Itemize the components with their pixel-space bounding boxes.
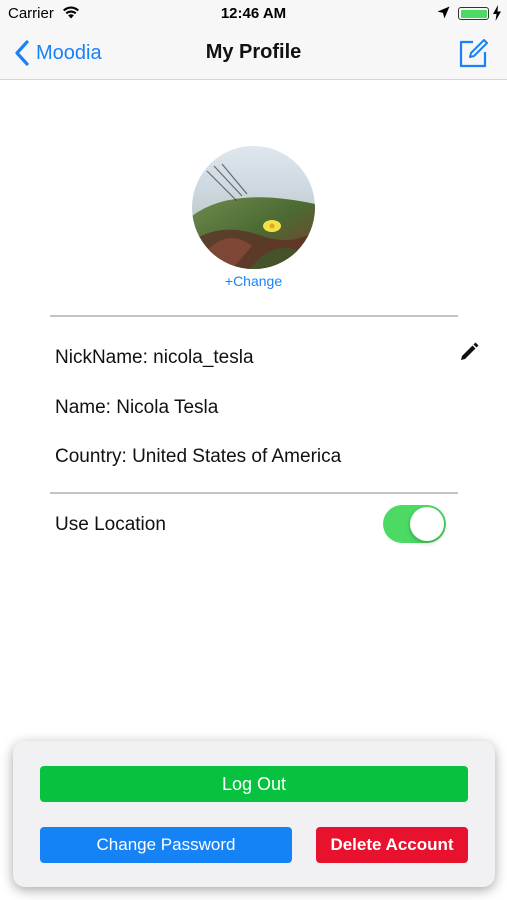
name-field: Name: Nicola Tesla	[55, 397, 219, 418]
logout-button[interactable]: Log Out	[40, 766, 468, 802]
compose-icon[interactable]	[457, 37, 489, 69]
toggle-knob	[410, 507, 444, 541]
charging-bolt-icon	[493, 5, 501, 21]
navigation-bar: Moodia My Profile	[0, 28, 507, 80]
battery-icon	[458, 7, 489, 20]
change-photo-link[interactable]: +Change	[0, 273, 507, 289]
delete-account-button[interactable]: Delete Account	[316, 827, 468, 863]
clock: 12:46 AM	[220, 5, 287, 22]
battery-level	[460, 9, 487, 18]
pencil-icon[interactable]	[460, 342, 479, 361]
change-password-button[interactable]: Change Password	[40, 827, 292, 863]
country-field: Country: United States of America	[55, 446, 342, 467]
status-bar: Carrier 12:46 AM	[0, 0, 507, 28]
divider	[50, 492, 458, 494]
use-location-toggle[interactable]	[383, 505, 446, 543]
profile-photo	[192, 146, 315, 269]
page-title: My Profile	[205, 41, 302, 63]
nickname-field: NickName: nicola_tesla	[55, 347, 254, 368]
avatar[interactable]	[192, 146, 315, 269]
location-arrow-icon	[437, 6, 450, 19]
divider	[50, 315, 458, 317]
account-actions-panel: Log Out Change Password Delete Account	[13, 741, 495, 887]
use-location-label: Use Location	[55, 514, 166, 535]
